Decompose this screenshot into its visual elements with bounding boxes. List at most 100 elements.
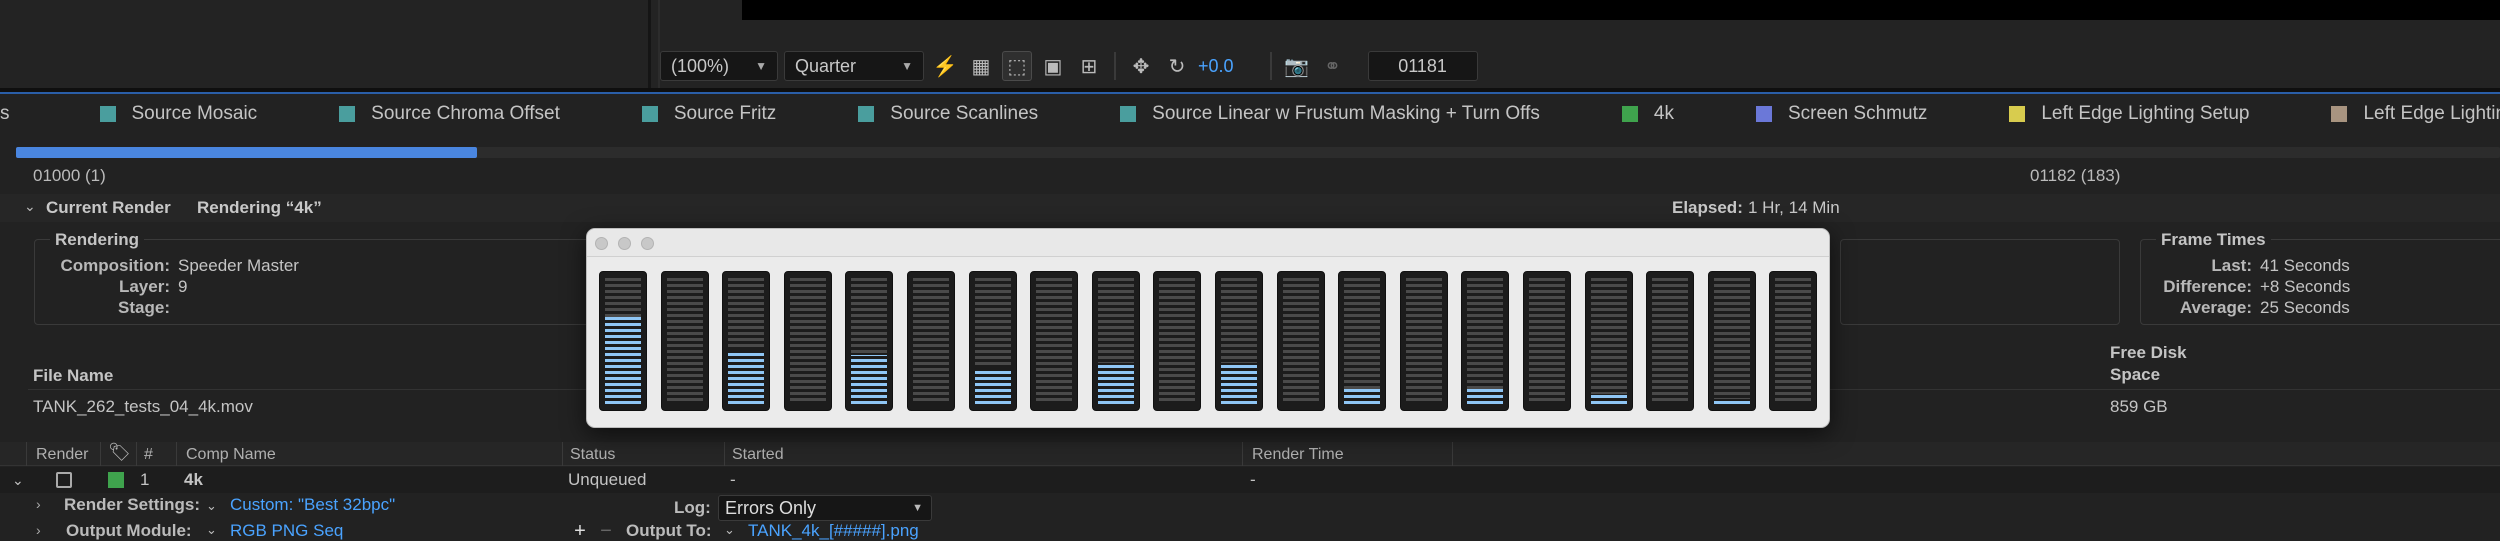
comp-tab[interactable]: Source Chroma Offset (339, 103, 560, 125)
minimize-window-button[interactable] (618, 237, 631, 250)
reset-exposure-icon[interactable]: ↻ (1162, 51, 1192, 81)
cpu-meter-window[interactable] (586, 228, 1830, 428)
comp-tab[interactable]: Screen Schmutz (1755, 103, 1928, 125)
guides-icon[interactable]: ⊞ (1074, 51, 1104, 81)
cpu-core-meter (1522, 271, 1571, 411)
output-to-link[interactable]: TANK_4k_[#####].png (748, 521, 919, 541)
comp-tab-label: 4k (1653, 103, 1674, 124)
comp-tab[interactable]: s (0, 103, 10, 125)
comp-tab[interactable]: Source Mosaic (99, 103, 257, 125)
render-checkbox[interactable] (56, 472, 72, 488)
comp-tab-color-swatch (858, 106, 875, 122)
remove-output-module-button[interactable]: − (597, 521, 615, 541)
comp-tab-color-swatch (1755, 106, 1772, 122)
cpu-core-meters (599, 271, 1818, 411)
composition-value: Speeder Master (178, 256, 299, 275)
show-snapshot-icon[interactable]: ⚭ (1318, 51, 1348, 81)
chevron-down-icon[interactable]: ⌄ (24, 198, 36, 215)
column-status[interactable]: Status (570, 446, 615, 464)
exposure-value[interactable]: +0.0 (1198, 56, 1234, 77)
label-tag-icon[interactable]: 🏷 (108, 442, 131, 463)
mask-visibility-icon[interactable]: ▣ (1038, 51, 1068, 81)
chevron-down-icon[interactable]: ⌄ (206, 522, 217, 538)
panel-divider[interactable] (648, 0, 651, 88)
chevron-right-icon[interactable]: › (36, 496, 41, 512)
meter-background (666, 278, 703, 404)
log-select[interactable]: Errors Only ▼ (718, 495, 932, 521)
chevron-down-icon[interactable]: ⌄ (206, 498, 217, 514)
close-window-button[interactable] (595, 237, 608, 250)
comp-tab[interactable]: Source Scanlines (858, 103, 1038, 125)
elapsed-label: Elapsed: (1672, 198, 1743, 217)
last-frame-time-label: Last: (2211, 256, 2252, 275)
meter-background (1713, 278, 1750, 404)
cpu-core-meter (1091, 271, 1140, 411)
column-render[interactable]: Render (36, 446, 88, 464)
window-titlebar[interactable] (587, 229, 1829, 257)
meter-background (1775, 278, 1812, 404)
comp-tab-label: Source Chroma Offset (371, 103, 560, 124)
transparency-grid-icon[interactable]: ▦ (966, 51, 996, 81)
output-module-link[interactable]: RGB PNG Seq (230, 521, 343, 541)
label-color-swatch[interactable] (108, 472, 124, 488)
meter-fill (605, 316, 641, 404)
chevron-right-icon[interactable]: › (36, 522, 41, 538)
comp-tab-label: Screen Schmutz (1787, 103, 1928, 124)
column-separator (724, 442, 725, 466)
column-separator (1242, 442, 1243, 466)
comp-tab-label: Left Edge Lighting Setup (2041, 103, 2250, 124)
cpu-core-meter (660, 271, 709, 411)
meter-fill (1713, 398, 1750, 404)
difference-value: +8 Seconds (2260, 277, 2351, 296)
meter-fill (1344, 388, 1381, 404)
column-render-time[interactable]: Render Time (1252, 446, 1344, 464)
render-settings-label: Render Settings: (64, 495, 201, 514)
row-comp-name: 4k (184, 470, 203, 489)
chevron-down-icon[interactable]: ⌄ (12, 472, 24, 489)
meter-background (789, 278, 826, 404)
free-disk-value: 859 GB (2110, 397, 2168, 416)
color-channels-icon[interactable]: ✥ (1126, 51, 1156, 81)
frame-times-title: Frame Times (2156, 230, 2271, 250)
chevron-down-icon[interactable]: ⌄ (724, 522, 735, 538)
comp-tab-label: Left Edge Lighting Blur (2363, 103, 2500, 124)
comp-tab[interactable]: Left Edge Lighting Blur (2331, 103, 2500, 125)
column-separator (562, 442, 563, 466)
meter-background (1344, 278, 1381, 404)
viewer-canvas[interactable] (742, 0, 2500, 20)
zoom-select[interactable]: (100%) ▼ (660, 51, 778, 81)
comp-tab-color-swatch (641, 106, 658, 122)
current-render-header (0, 194, 2500, 222)
toolbar-separator (1269, 52, 1272, 80)
resolution-select[interactable]: Quarter ▼ (784, 51, 924, 81)
row-started: - (730, 470, 736, 489)
comp-tab-color-swatch (99, 106, 116, 122)
column-comp-name[interactable]: Comp Name (186, 446, 276, 464)
comp-tab[interactable]: 4k (1621, 103, 1674, 125)
file-name-label: File Name (33, 366, 114, 385)
comp-tab-label: Source Linear w Frustum Masking + Turn O… (1152, 103, 1540, 124)
layer-value: 9 (178, 277, 188, 296)
region-of-interest-icon[interactable]: ⬚ (1002, 51, 1032, 81)
meter-background (1159, 278, 1196, 404)
camera-snapshot-icon[interactable]: 📷 (1282, 51, 1312, 81)
column-number[interactable]: # (144, 446, 153, 464)
comp-tab[interactable]: Left Edge Lighting Setup (2009, 103, 2249, 125)
meter-fill (1467, 388, 1504, 404)
fast-previews-icon[interactable]: ⚡ (930, 51, 960, 81)
difference-label: Difference: (2163, 277, 2252, 296)
cpu-core-meter (1769, 271, 1818, 411)
cpu-core-meter (1399, 271, 1448, 411)
render-settings-link[interactable]: Custom: "Best 32bpc" (230, 495, 395, 515)
add-output-module-button[interactable]: + (571, 521, 589, 541)
stage-label: Stage: (118, 298, 170, 317)
current-render-status: Rendering “4k” (197, 198, 322, 217)
comp-tab-color-swatch (1120, 106, 1137, 122)
last-frame-time-value: 41 Seconds (2260, 256, 2350, 275)
column-started[interactable]: Started (732, 446, 784, 464)
comp-tab[interactable]: Source Fritz (641, 103, 776, 125)
cpu-core-meter (1214, 271, 1263, 411)
zoom-window-button[interactable] (641, 237, 654, 250)
current-frame-field[interactable]: 01181 (1367, 51, 1478, 81)
comp-tab[interactable]: Source Linear w Frustum Masking + Turn O… (1120, 103, 1540, 125)
